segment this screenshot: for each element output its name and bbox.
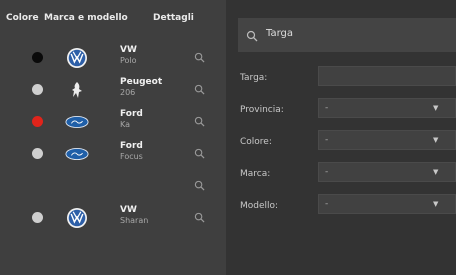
select-value: - xyxy=(325,103,329,113)
vehicle-make: Ford xyxy=(120,141,143,151)
dropdown-arrow-icon: ▼ xyxy=(433,104,439,112)
form-row: Colore: - ▼ xyxy=(238,126,456,158)
peugeot-logo-icon xyxy=(65,78,89,102)
details-search-icon[interactable] xyxy=(192,146,206,160)
vehicle-rows: VW Polo Peugeot 206 Ford Ka Ford Focus VW Sharan xyxy=(0,42,226,234)
details-search-icon[interactable] xyxy=(192,114,206,128)
vehicle-row[interactable]: Ford Ka xyxy=(0,106,226,138)
header-dettagli[interactable]: Dettagli xyxy=(153,13,213,23)
select-field[interactable]: - ▼ xyxy=(318,130,456,150)
color-dot xyxy=(32,116,43,127)
select-field[interactable]: - ▼ xyxy=(318,98,456,118)
color-dot xyxy=(32,52,43,63)
form-row: Modello: - ▼ xyxy=(238,190,456,222)
vehicle-row[interactable]: Peugeot 206 xyxy=(0,74,226,106)
ford-logo-icon xyxy=(65,142,89,166)
select-field[interactable]: - ▼ xyxy=(318,162,456,182)
vehicle-model: Ka xyxy=(120,120,131,129)
details-search-icon[interactable] xyxy=(192,210,206,224)
vw-logo-icon xyxy=(65,46,89,70)
select-value: - xyxy=(325,199,329,209)
vehicle-make: Peugeot xyxy=(120,77,163,87)
vehicle-make: VW xyxy=(120,205,137,215)
color-dot xyxy=(32,148,43,159)
color-dot xyxy=(32,212,43,223)
details-search-icon[interactable] xyxy=(192,178,206,192)
search-icon xyxy=(246,27,258,46)
field-label: Provincia: xyxy=(240,105,284,115)
vehicle-row[interactable]: VW Sharan xyxy=(0,202,226,234)
text-input[interactable] xyxy=(318,66,456,86)
vehicle-model: 206 xyxy=(120,88,136,97)
select-value: - xyxy=(325,135,329,145)
details-search-icon[interactable] xyxy=(192,50,206,64)
search-label: Targa xyxy=(266,28,293,39)
field-label: Modello: xyxy=(240,201,279,211)
field-label: Colore: xyxy=(240,137,272,147)
field-label: Targa: xyxy=(240,73,268,83)
vehicle-list-panel: Colore Marca e modello Dettagli VW Polo Pe… xyxy=(0,0,226,275)
dropdown-arrow-icon: ▼ xyxy=(433,136,439,144)
form-row: Targa: xyxy=(238,62,456,94)
vehicle-model: Focus xyxy=(120,152,143,161)
app-window: Colore Marca e modello Dettagli VW Polo Pe… xyxy=(0,0,456,275)
field-label: Marca: xyxy=(240,169,271,179)
vehicle-model: Polo xyxy=(120,56,137,65)
details-search-icon[interactable] xyxy=(192,82,206,96)
color-dot xyxy=(32,84,43,95)
form-row: Provincia: - ▼ xyxy=(238,94,456,126)
vehicle-row[interactable]: Ford Focus xyxy=(0,138,226,170)
header-marca-modello[interactable]: Marca e modello xyxy=(44,13,153,23)
vehicle-make: Ford xyxy=(120,109,143,119)
list-header: Colore Marca e modello Dettagli xyxy=(0,0,226,36)
select-value: - xyxy=(325,167,329,177)
form-row: Marca: - ▼ xyxy=(238,158,456,190)
dropdown-arrow-icon: ▼ xyxy=(433,200,439,208)
vehicle-row[interactable] xyxy=(0,170,226,202)
vehicle-row[interactable]: VW Polo xyxy=(0,42,226,74)
filter-form: Targa: Provincia: - ▼ Colore: - ▼ Marca: - ▼ Model… xyxy=(238,62,456,222)
vehicle-make: VW xyxy=(120,45,137,55)
vw-logo-icon xyxy=(65,206,89,230)
detail-panel: Targa Targa: Provincia: - ▼ Colore: - ▼ Marca: -… xyxy=(226,0,456,275)
dropdown-arrow-icon: ▼ xyxy=(433,168,439,176)
header-colore[interactable]: Colore xyxy=(6,13,44,23)
select-field[interactable]: - ▼ xyxy=(318,194,456,214)
vehicle-model: Sharan xyxy=(120,216,149,225)
ford-logo-icon xyxy=(65,110,89,134)
search-bar[interactable]: Targa xyxy=(238,18,456,52)
